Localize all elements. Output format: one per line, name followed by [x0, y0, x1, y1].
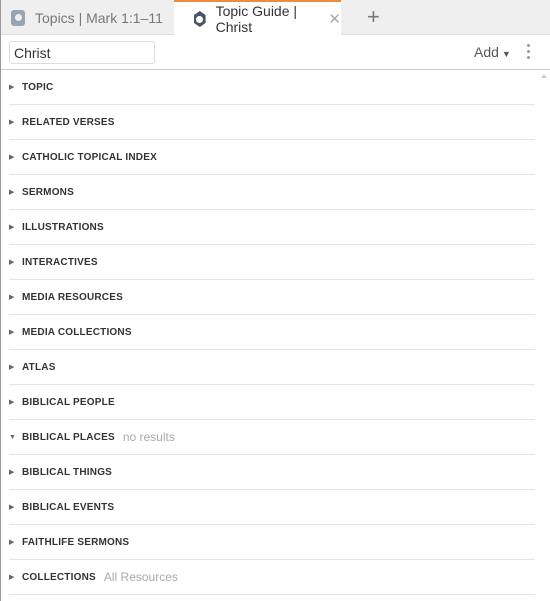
section-label: ATLAS: [22, 361, 56, 373]
triangle-right-icon: ▶: [9, 504, 15, 511]
triangle-right-icon: ▶: [9, 119, 15, 126]
tab-label: Topics | Mark 1:1–11: [35, 9, 163, 26]
close-icon[interactable]: ✕: [328, 10, 341, 28]
topics-icon: [11, 9, 25, 26]
tab-bar: Topics | Mark 1:1–11 Topic Guide | Chris…: [1, 0, 550, 36]
section-media-resources[interactable]: ▶ MEDIA RESOURCES: [9, 280, 535, 315]
section-media-collections[interactable]: ▶ MEDIA COLLECTIONS: [9, 315, 535, 350]
triangle-right-icon: ▶: [9, 399, 15, 406]
section-faithlife-sermons[interactable]: ▶ FAITHLIFE SERMONS: [9, 525, 535, 560]
tab-topic-guide[interactable]: Topic Guide | Christ ✕: [174, 0, 341, 36]
scroll-up-icon[interactable]: [541, 74, 547, 78]
triangle-right-icon: ▶: [9, 259, 15, 266]
section-label: ILLUSTRATIONS: [22, 221, 104, 233]
triangle-right-icon: ▶: [9, 364, 15, 371]
triangle-right-icon: ▶: [9, 189, 15, 196]
triangle-right-icon: ▶: [9, 539, 15, 546]
add-label: Add: [474, 44, 499, 60]
triangle-right-icon: ▶: [9, 469, 15, 476]
section-sermons[interactable]: ▶ SERMONS: [9, 175, 535, 210]
section-label: BIBLICAL THINGS: [22, 466, 113, 478]
add-button[interactable]: Add ▼: [474, 44, 511, 60]
section-biblical-people[interactable]: ▶ BIBLICAL PEOPLE: [9, 385, 535, 420]
section-label: BIBLICAL PLACES: [22, 431, 115, 443]
section-illustrations[interactable]: ▶ ILLUSTRATIONS: [9, 210, 535, 245]
section-biblical-events[interactable]: ▶ BIBLICAL EVENTS: [9, 490, 535, 525]
section-label: MEDIA COLLECTIONS: [22, 326, 132, 338]
section-list: ▶ TOPIC ▶ RELATED VERSES ▶ CATHOLIC TOPICAL I…: [1, 70, 535, 595]
section-biblical-things[interactable]: ▶ BIBLICAL THINGS: [9, 455, 535, 490]
toolbar: Add▼: [1, 35, 550, 70]
scrollbar[interactable]: [538, 70, 550, 601]
section-label: MEDIA RESOURCES: [22, 291, 123, 303]
new-tab-button[interactable]: +: [367, 4, 380, 30]
section-topic[interactable]: ▶ TOPIC: [9, 70, 535, 105]
section-note: All Resources: [103, 570, 178, 584]
triangle-right-icon: ▶: [9, 574, 15, 581]
triangle-right-icon: ▶: [9, 329, 15, 336]
section-label: BIBLICAL EVENTS: [22, 501, 115, 513]
tab-label: Topic Guide | Christ: [215, 3, 298, 35]
triangle-right-icon: ▶: [9, 154, 15, 161]
topic-guide-icon: [194, 11, 206, 27]
triangle-right-icon: ▶: [9, 224, 15, 231]
triangle-right-icon: ▶: [9, 294, 15, 301]
section-collections[interactable]: ▶ COLLECTIONS All Resources: [9, 560, 535, 595]
section-label: COLLECTIONS: [22, 571, 96, 583]
more-options-icon[interactable]: [527, 44, 531, 62]
section-label: BIBLICAL PEOPLE: [22, 396, 115, 408]
section-label: RELATED VERSES: [22, 116, 115, 128]
tab-topics[interactable]: Topics | Mark 1:1–11: [11, 0, 163, 35]
section-biblical-places[interactable]: ▼ BIBLICAL PLACES no results: [9, 420, 535, 455]
section-label: TOPIC: [22, 81, 54, 93]
triangle-right-icon: ▶: [9, 84, 15, 91]
chevron-down-icon: ▼: [501, 49, 511, 59]
section-label: SERMONS: [22, 186, 74, 198]
section-label: CATHOLIC TOPICAL INDEX: [22, 151, 157, 163]
section-interactives[interactable]: ▶ INTERACTIVES: [9, 245, 535, 280]
topic-search-input[interactable]: [9, 41, 155, 64]
section-note: no results: [122, 430, 175, 444]
section-catholic-topical-index[interactable]: ▶ CATHOLIC TOPICAL INDEX: [9, 140, 535, 175]
section-atlas[interactable]: ▶ ATLAS: [9, 350, 535, 385]
section-label: INTERACTIVES: [22, 256, 98, 268]
triangle-down-icon: ▼: [9, 433, 16, 441]
section-label: FAITHLIFE SERMONS: [22, 536, 130, 548]
section-related-verses[interactable]: ▶ RELATED VERSES: [9, 105, 535, 140]
